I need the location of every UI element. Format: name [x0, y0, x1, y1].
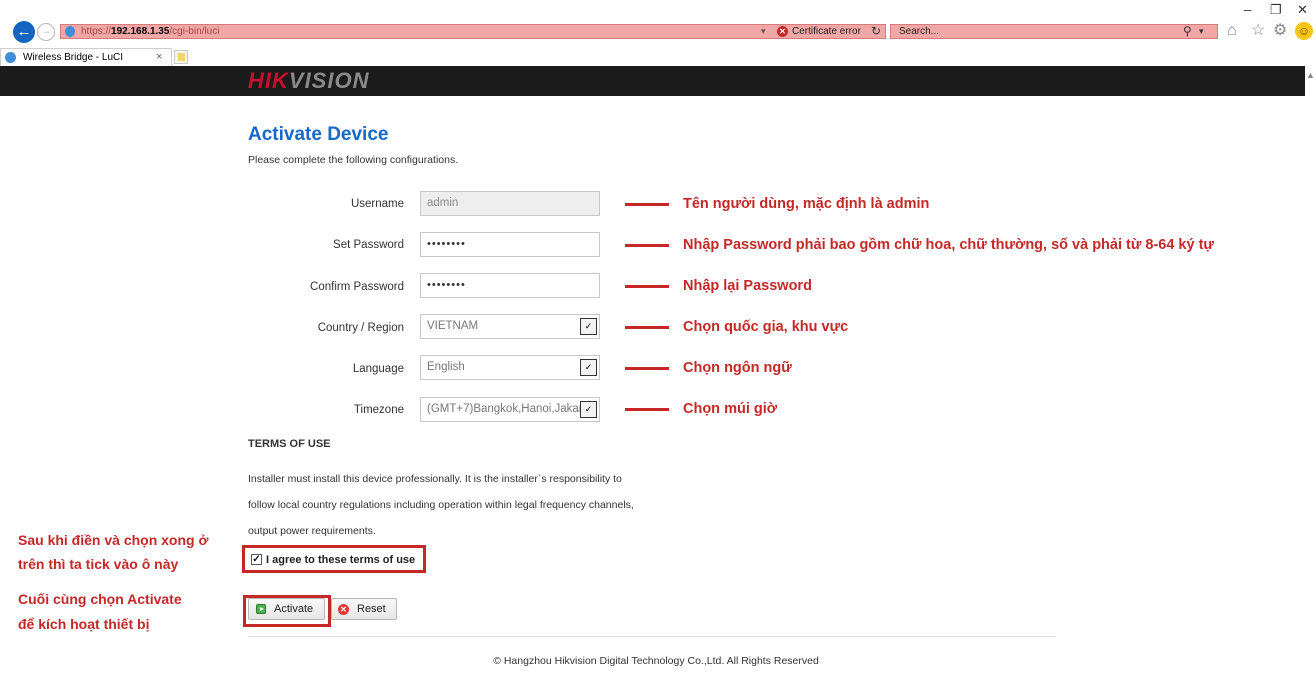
terms-body: Installer must install this device profe…: [248, 466, 688, 544]
annotation-set-password: Nhập Password phải bao gồm chữ hoa, chữ …: [683, 237, 1214, 253]
annotation-confirm-password: Nhập lại Password: [683, 278, 812, 294]
browser-chrome: – ❐ ✕ ← → https://192.168.1.35/cgi-bin/l…: [0, 0, 1316, 66]
confirm-password-label: Confirm Password: [310, 281, 404, 293]
certificate-error-label[interactable]: Certificate error: [792, 25, 861, 38]
refresh-icon[interactable]: ↻: [871, 24, 881, 38]
play-icon: [256, 604, 266, 614]
reset-x-icon: ✕: [338, 604, 349, 615]
arrow-right-icon: →: [41, 26, 51, 37]
address-bar[interactable]: https://192.168.1.35/cgi-bin/luci ▾ ✕ Ce…: [60, 24, 886, 39]
terms-line-2: follow local country regulations includi…: [248, 499, 634, 511]
country-label: Country / Region: [317, 322, 404, 334]
certificate-error-icon[interactable]: ✕: [777, 26, 788, 37]
logo-part-hik: HIK: [248, 68, 289, 93]
page-subtitle: Please complete the following configurat…: [248, 154, 459, 166]
activate-button-label: Activate: [274, 603, 314, 615]
language-label: Language: [352, 363, 404, 375]
language-select[interactable]: English ✓: [420, 355, 600, 380]
agree-highlight-box: ✓ I agree to these terms of use: [242, 545, 426, 573]
new-tab-button[interactable]: [174, 50, 188, 64]
restore-button[interactable]: ❐: [1270, 2, 1282, 18]
agree-label[interactable]: I agree to these terms of use: [266, 553, 415, 567]
back-button[interactable]: ←: [13, 21, 35, 43]
url-host: 192.168.1.35: [111, 26, 170, 37]
annotation-agree-line-1: Sau khi điền và chọn xong ở: [18, 532, 209, 548]
hikvision-logo: HIKVISION: [248, 68, 369, 94]
chevron-down-icon[interactable]: ✓: [580, 359, 597, 376]
annotation-activate-line-1: Cuối cùng chọn Activate: [18, 591, 182, 607]
terms-title: TERMS OF USE: [248, 438, 331, 450]
minimize-button[interactable]: –: [1244, 2, 1251, 18]
close-window-button[interactable]: ✕: [1297, 2, 1308, 18]
forward-button[interactable]: →: [37, 23, 55, 41]
search-box[interactable]: Search... ⚲ ▾: [890, 24, 1218, 39]
url-prefix: https://: [81, 26, 112, 37]
address-url[interactable]: https://192.168.1.35/cgi-bin/luci: [81, 25, 219, 38]
search-dropdown-icon[interactable]: ▾: [1199, 25, 1204, 38]
timezone-select[interactable]: (GMT+7)Bangkok,Hanoi,Jakarta ✓: [420, 397, 600, 422]
footer-divider: [248, 636, 1056, 637]
chevron-down-icon[interactable]: ✓: [580, 401, 597, 418]
annotation-language: Chọn ngôn ngữ: [683, 360, 792, 376]
tab-title: Wireless Bridge - LuCI: [23, 52, 124, 63]
logo-part-vision: VISION: [288, 68, 370, 93]
annotation-line-set-password: [625, 244, 669, 247]
chevron-down-icon[interactable]: ▾: [761, 25, 766, 38]
annotation-line-timezone: [625, 408, 669, 411]
page-root: – ❐ ✕ ← → https://192.168.1.35/cgi-bin/l…: [0, 0, 1316, 679]
country-value: VIETNAM: [427, 320, 479, 332]
chevron-down-icon[interactable]: ✓: [580, 318, 597, 335]
vertical-scrollbar[interactable]: [1305, 66, 1316, 679]
page-header: HIKVISION: [0, 66, 1305, 96]
arrow-left-icon: ←: [16, 23, 32, 40]
annotation-line-language: [625, 367, 669, 370]
tab-close-icon[interactable]: ×: [156, 50, 162, 64]
tab-wireless-bridge[interactable]: Wireless Bridge - LuCI ×: [0, 48, 172, 66]
scroll-up-icon[interactable]: ▲: [1306, 70, 1315, 80]
set-password-field[interactable]: ••••••••: [420, 232, 600, 257]
timezone-label: Timezone: [353, 404, 404, 416]
star-icon[interactable]: ☆: [1251, 22, 1265, 40]
reset-button-label: Reset: [357, 603, 386, 615]
terms-line-1: Installer must install this device profe…: [248, 473, 622, 485]
timezone-value: (GMT+7)Bangkok,Hanoi,Jakarta: [427, 403, 593, 415]
annotation-username: Tên người dùng, mặc định là admin: [683, 196, 930, 212]
confirm-password-field[interactable]: ••••••••: [420, 273, 600, 298]
ie-page-icon: [65, 26, 75, 37]
set-password-label: Set Password: [333, 239, 404, 251]
agree-checkbox[interactable]: ✓: [251, 554, 262, 565]
country-select[interactable]: VIETNAM ✓: [420, 314, 600, 339]
search-input[interactable]: Search...: [899, 25, 939, 38]
activate-button[interactable]: Activate: [248, 598, 325, 620]
search-icon[interactable]: ⚲: [1183, 24, 1192, 38]
url-path: /cgi-bin/luci: [169, 26, 220, 37]
ie-tab-icon: [5, 52, 16, 63]
annotation-line-confirm-password: [625, 285, 669, 288]
username-field: admin: [420, 191, 600, 216]
footer-copyright: © Hangzhou Hikvision Digital Technology …: [493, 655, 819, 667]
username-label: Username: [350, 198, 404, 210]
annotation-timezone: Chọn múi giờ: [683, 401, 778, 417]
home-icon[interactable]: ⌂: [1227, 22, 1237, 40]
annotation-country: Chọn quốc gia, khu vực: [683, 319, 849, 335]
annotation-line-username: [625, 203, 669, 206]
terms-line-3: output power requirements.: [248, 525, 376, 537]
annotation-line-country: [625, 326, 669, 329]
smiley-feedback-icon[interactable]: ☺: [1295, 22, 1313, 40]
language-value: English: [427, 361, 465, 373]
annotation-activate-line-2: để kích hoạt thiết bị: [18, 616, 150, 632]
reset-button[interactable]: ✕ Reset: [331, 598, 397, 620]
page-title: Activate Device: [248, 124, 389, 145]
annotation-agree-line-2: trên thì ta tick vào ô này: [18, 556, 179, 572]
gear-icon[interactable]: ⚙: [1273, 22, 1287, 40]
